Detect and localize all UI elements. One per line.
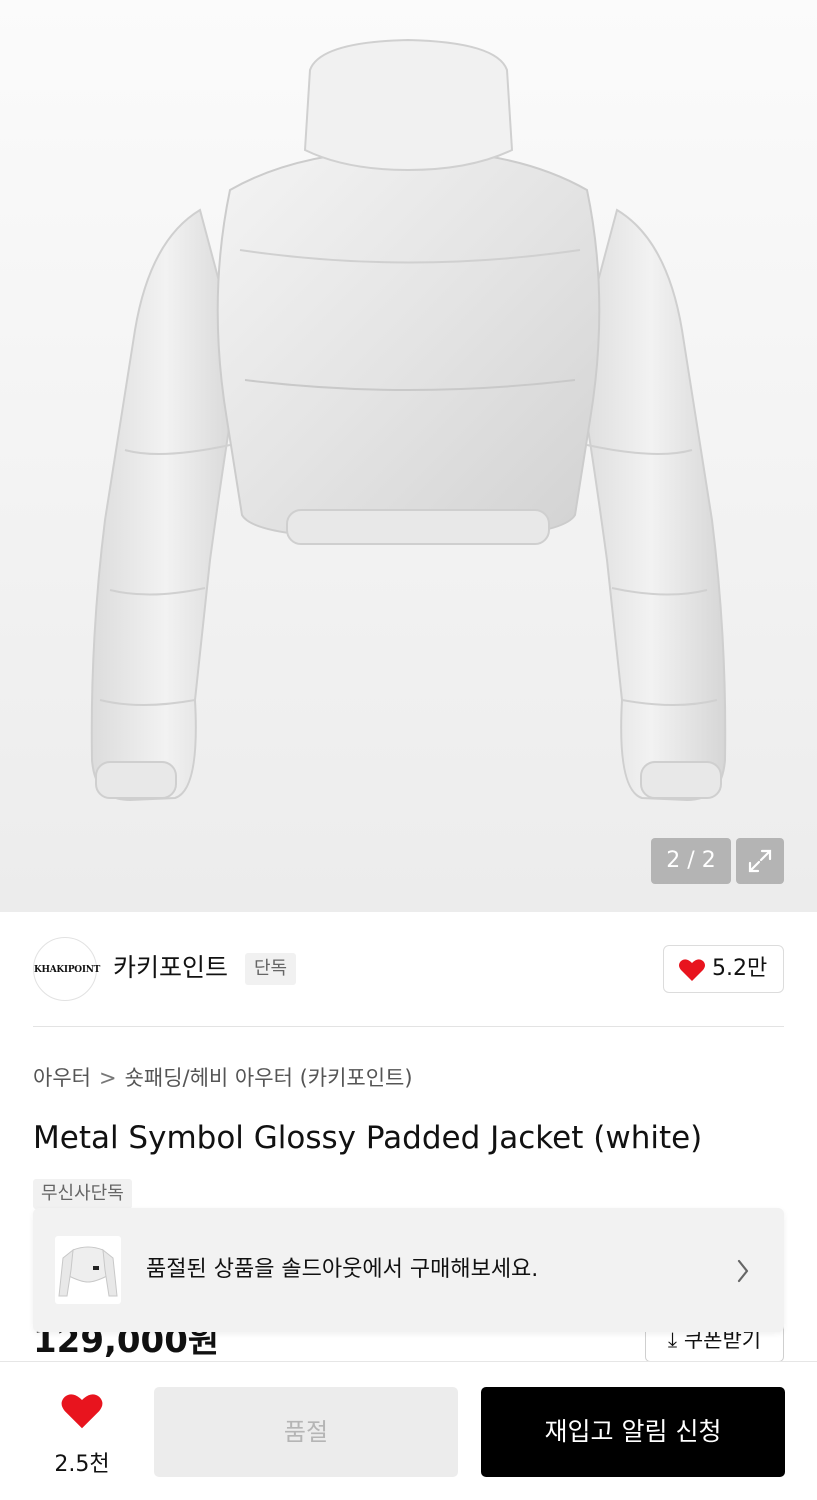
heart-icon [61,1394,103,1429]
bottom-action-bar: 2.5천 품절 재입고 알림 신청 [0,1361,817,1500]
breadcrumb-item-category[interactable]: 숏패딩/헤비 아우터 (카키포인트) [125,1066,413,1090]
product-photo [90,38,727,802]
brand-name[interactable]: 카키포인트 [113,951,228,985]
product-title: Metal Symbol Glossy Padded Jacket (white… [33,1120,703,1156]
favorite-button[interactable]: 2.5천 [34,1390,130,1480]
image-counter: 2 / 2 [651,838,731,884]
breadcrumb: 아우터 > 숏패딩/헤비 아우터 (카키포인트) [33,1062,413,1094]
soldout-banner[interactable]: 품절된 상품을 솔드아웃에서 구매해보세요. [33,1208,784,1332]
heart-icon [679,959,705,981]
chevron-right-icon: > [98,1066,117,1090]
chevron-right-icon [737,1259,749,1283]
breadcrumb-item-outer[interactable]: 아우터 [33,1066,91,1090]
brand-like-count: 5.2만 [712,956,768,981]
exclusive-badge: 무신사단독 [33,1179,132,1209]
favorite-count: 2.5천 [54,1452,110,1477]
product-image-gallery[interactable]: 2 / 2 [0,0,817,912]
brand-like-button[interactable]: 5.2만 [663,945,784,993]
brand-exclusive-tag: 단독 [245,953,297,985]
expand-image-button[interactable] [736,838,784,884]
brand-logo[interactable]: KHAKIPOINT [33,937,100,1001]
divider [33,1026,784,1027]
soldout-banner-message: 품절된 상품을 솔드아웃에서 구매해보세요. [146,1257,539,1282]
soldout-button: 품절 [154,1387,458,1477]
restock-notify-button[interactable]: 재입고 알림 신청 [481,1387,785,1477]
banner-thumbnail [55,1236,121,1304]
expand-icon [748,849,772,873]
